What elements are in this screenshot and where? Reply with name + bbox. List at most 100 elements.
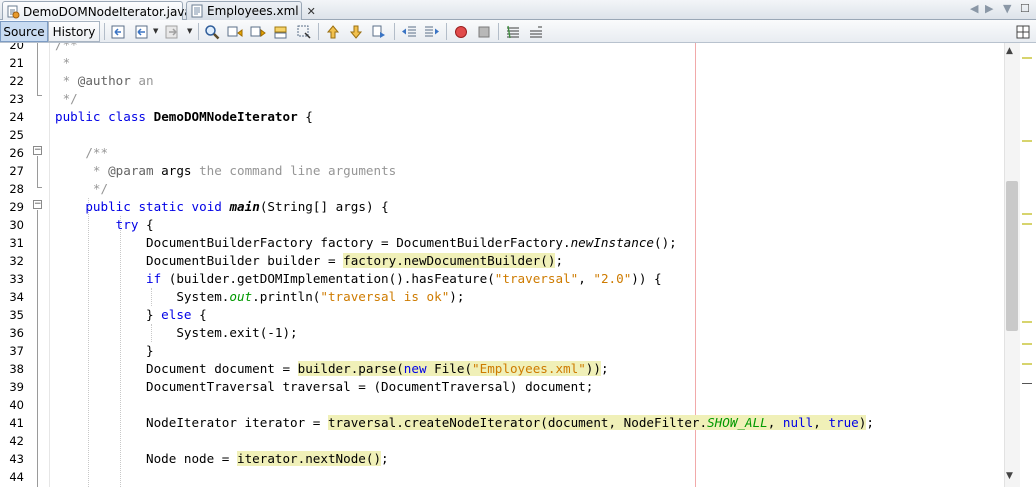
java-file-icon bbox=[7, 5, 20, 19]
occurrence-marker[interactable] bbox=[1022, 57, 1032, 59]
code-line: 43 Node node = iterator.nextNode(); bbox=[0, 450, 1000, 468]
line-number: 41 bbox=[9, 416, 24, 430]
line-number: 32 bbox=[9, 254, 24, 268]
source-tab[interactable]: Source bbox=[0, 21, 48, 42]
close-icon[interactable]: ✕ bbox=[307, 5, 316, 18]
split-editor-icon[interactable] bbox=[1014, 23, 1032, 40]
code-line: 25 bbox=[0, 126, 1000, 144]
previous-bookmark-icon[interactable] bbox=[324, 23, 342, 40]
code-editor[interactable]: − − 20/** 21 * 22 * @author an 23 */ 24 p… bbox=[0, 43, 1036, 487]
line-number: 23 bbox=[9, 92, 24, 106]
line-number: 27 bbox=[9, 164, 24, 178]
code-text: Node node = iterator.nextNode(); bbox=[55, 451, 389, 466]
comment-icon[interactable] bbox=[504, 23, 522, 40]
line-number: 39 bbox=[9, 380, 24, 394]
tab-label: DemoDOMNodeIterator.java bbox=[23, 4, 192, 19]
line-number: 28 bbox=[9, 182, 24, 196]
chevron-down-icon[interactable]: ▼ bbox=[153, 27, 158, 35]
occurrence-marker[interactable] bbox=[1022, 223, 1032, 225]
line-number: 44 bbox=[9, 470, 24, 484]
code-line: 21 * bbox=[0, 54, 1000, 72]
find-next-icon[interactable] bbox=[249, 23, 267, 40]
toggle-bookmark-icon[interactable] bbox=[370, 23, 388, 40]
toggle-highlight-icon[interactable] bbox=[295, 23, 313, 40]
scrollbar-thumb[interactable] bbox=[1006, 181, 1018, 331]
forward-icon[interactable] bbox=[163, 23, 181, 40]
line-number: 34 bbox=[9, 290, 24, 304]
scroll-up-icon[interactable]: ▲ bbox=[1006, 46, 1013, 56]
tab-demodomnodeiterator-java[interactable]: DemoDOMNodeIterator.java ✕ bbox=[2, 1, 209, 21]
maximize-window-icon[interactable]: ☐ bbox=[1020, 2, 1030, 15]
scroll-tabs-right-icon[interactable]: ▶ bbox=[985, 2, 993, 15]
history-tab[interactable]: History bbox=[48, 21, 100, 42]
code-line: 22 * @author an bbox=[0, 72, 1000, 90]
occurrence-marker[interactable] bbox=[1022, 343, 1032, 345]
line-number: 37 bbox=[9, 344, 24, 358]
occurrence-marker[interactable] bbox=[1022, 213, 1032, 215]
code-text: Document document = builder.parse(new Fi… bbox=[55, 361, 609, 376]
error-stripe[interactable] bbox=[1020, 43, 1036, 487]
code-line: 37 } bbox=[0, 342, 1000, 360]
toolbar-separator bbox=[318, 23, 319, 40]
code-line: 23 */ bbox=[0, 90, 1000, 108]
line-number: 26 bbox=[9, 146, 24, 160]
toolbar-separator bbox=[446, 23, 447, 40]
last-edit-icon[interactable] bbox=[109, 23, 127, 40]
find-previous-icon[interactable] bbox=[226, 23, 244, 40]
caret-position-marker bbox=[1022, 383, 1032, 384]
line-number: 24 bbox=[9, 110, 24, 124]
code-text: try { bbox=[115, 217, 154, 232]
line-number: 43 bbox=[9, 452, 24, 466]
toolbar-separator bbox=[104, 23, 105, 40]
back-icon[interactable] bbox=[133, 23, 151, 40]
code-text: } else { bbox=[55, 307, 207, 322]
uncomment-icon[interactable] bbox=[527, 23, 545, 40]
line-number: 29 bbox=[9, 200, 24, 214]
line-number: 31 bbox=[9, 236, 24, 250]
line-number: 21 bbox=[9, 56, 24, 70]
code-text: /** bbox=[55, 43, 78, 52]
code-text: */ bbox=[55, 181, 109, 196]
code-line: 42 bbox=[0, 432, 1000, 450]
code-text: * bbox=[55, 55, 71, 70]
code-text: NodeIterator iterator = traversal.create… bbox=[55, 415, 874, 430]
scroll-tabs-left-icon[interactable]: ◀ bbox=[970, 2, 978, 15]
code-line: 29 public static void main(String[] args… bbox=[0, 198, 1000, 216]
xml-file-icon bbox=[191, 4, 204, 18]
tab-employees-xml[interactable]: Employees.xml ✕ bbox=[186, 1, 316, 20]
code-line: 36 System.exit(-1); bbox=[0, 324, 1000, 342]
start-macro-recording-icon[interactable] bbox=[452, 23, 470, 40]
line-number: 25 bbox=[9, 128, 24, 142]
code-line: 30 try { bbox=[0, 216, 1000, 234]
code-line: 27 * @param args the command line argume… bbox=[0, 162, 1000, 180]
toolbar-separator bbox=[498, 23, 499, 40]
tab-list-dropdown-icon[interactable]: ▼ bbox=[1003, 2, 1011, 15]
code-text: DocumentBuilder builder = factory.newDoc… bbox=[55, 253, 564, 268]
code-text: public class DemoDOMNodeIterator { bbox=[55, 109, 313, 124]
code-text: * @author an bbox=[55, 73, 154, 88]
toolbar-separator bbox=[394, 23, 395, 40]
line-number: 22 bbox=[9, 74, 24, 88]
shift-line-left-icon[interactable] bbox=[400, 23, 418, 40]
line-number: 20 bbox=[9, 43, 24, 52]
occurrence-marker[interactable] bbox=[1022, 321, 1032, 323]
line-number: 36 bbox=[9, 326, 24, 340]
line-number: 30 bbox=[9, 218, 24, 232]
tab-label: Employees.xml bbox=[207, 4, 299, 18]
chevron-down-icon[interactable]: ▼ bbox=[187, 27, 192, 35]
code-line: 20 /** bbox=[0, 43, 1000, 54]
code-text: if (builder.getDOMImplementation().hasFe… bbox=[146, 271, 662, 286]
scroll-down-icon[interactable]: ▼ bbox=[1006, 471, 1013, 481]
code-line: 28 */ bbox=[0, 180, 1000, 198]
stop-macro-recording-icon[interactable] bbox=[475, 23, 493, 40]
code-text: * @param args the command line arguments bbox=[55, 163, 397, 178]
find-selection-icon[interactable] bbox=[272, 23, 290, 40]
code-text: } bbox=[55, 343, 154, 358]
occurrence-marker[interactable] bbox=[1022, 140, 1032, 142]
occurrence-marker[interactable] bbox=[1022, 363, 1032, 365]
code-text: */ bbox=[55, 91, 78, 106]
next-bookmark-icon[interactable] bbox=[347, 23, 365, 40]
find-icon[interactable] bbox=[203, 23, 221, 40]
shift-line-right-icon[interactable] bbox=[423, 23, 441, 40]
code-text: System.out.println("traversal is ok"); bbox=[55, 289, 465, 304]
